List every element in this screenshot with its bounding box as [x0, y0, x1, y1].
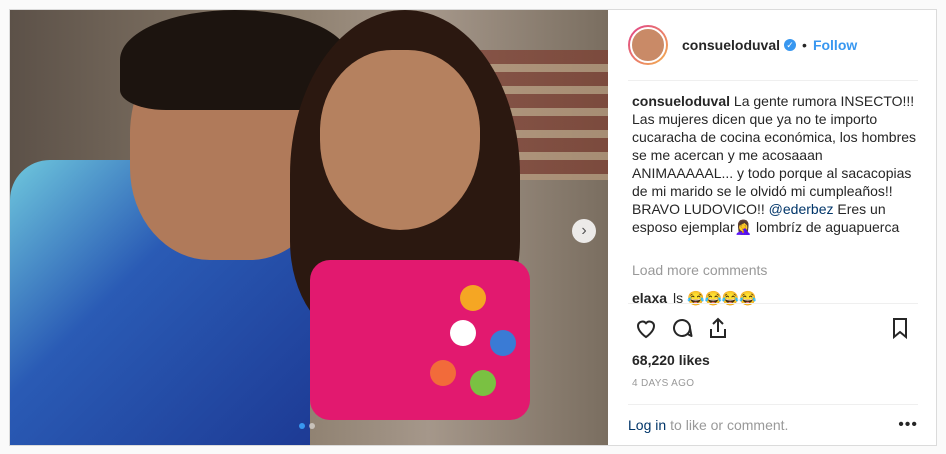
- caption-mention-link[interactable]: @ederbez: [769, 201, 834, 217]
- avatar-image: [630, 27, 666, 63]
- verified-icon: ✓: [784, 39, 797, 51]
- post-photo[interactable]: ›: [10, 10, 608, 445]
- caption-username[interactable]: consueloduval: [632, 93, 730, 109]
- carousel-dot: [299, 423, 305, 429]
- photo-flower: [460, 285, 486, 311]
- post-caption: consueloduval La gente rumora INSECTO!!!…: [632, 92, 922, 236]
- load-more-comments-button[interactable]: Load more comments: [632, 262, 767, 278]
- like-button[interactable]: [628, 310, 664, 346]
- post-header: consueloduval ✓ • Follow: [628, 10, 918, 81]
- login-link[interactable]: Log in: [628, 417, 666, 433]
- photo-flower: [470, 370, 496, 396]
- photo-flower: [430, 360, 456, 386]
- comment-icon: [673, 319, 693, 337]
- post-sidebar: consueloduval ✓ • Follow consueloduval L…: [608, 10, 936, 445]
- action-bar: [628, 303, 918, 352]
- avatar[interactable]: [628, 25, 668, 65]
- save-button[interactable]: [882, 310, 918, 346]
- username-link[interactable]: consueloduval: [682, 37, 780, 53]
- chevron-right-icon: ›: [581, 222, 587, 239]
- bookmark-icon: [893, 318, 907, 340]
- separator-dot: •: [802, 37, 807, 53]
- post-timestamp[interactable]: 4 DAYS AGO: [632, 378, 694, 389]
- likes-count[interactable]: 68,220 likes: [632, 352, 710, 368]
- photo-woman-face: [320, 50, 480, 230]
- photo-woman-top: [310, 260, 530, 420]
- share-button[interactable]: [700, 310, 736, 346]
- instagram-post: › consueloduval ✓ • Follow consueloduval…: [9, 9, 937, 446]
- carousel-indicator: [299, 423, 315, 429]
- carousel-next-button[interactable]: ›: [572, 219, 596, 243]
- follow-button[interactable]: Follow: [813, 37, 857, 53]
- more-options-icon[interactable]: •••: [898, 416, 918, 434]
- photo-flower: [450, 320, 476, 346]
- share-icon: [710, 317, 726, 338]
- comment-button[interactable]: [664, 310, 700, 346]
- login-prompt-text: to like or comment.: [670, 417, 789, 433]
- photo-flower: [490, 330, 516, 356]
- login-footer: Log in to like or comment. •••: [628, 404, 918, 445]
- carousel-dot: [309, 423, 315, 429]
- caption-text: La gente rumora INSECTO!!! Las mujeres d…: [632, 93, 917, 217]
- heart-icon: [636, 320, 656, 339]
